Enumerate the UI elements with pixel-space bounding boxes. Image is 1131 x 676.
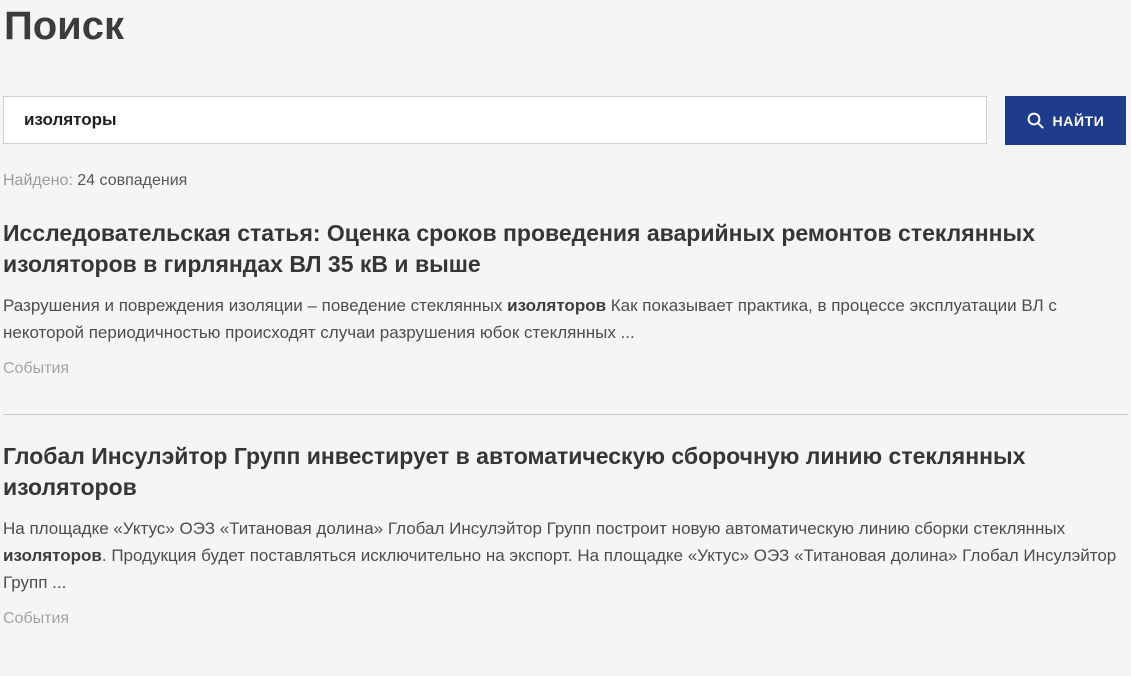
- results-count-label: Найдено:: [3, 172, 73, 189]
- results-count-value: 24 совпадения: [77, 172, 187, 189]
- page-title: Поиск: [4, 2, 1128, 50]
- search-input[interactable]: [3, 96, 987, 144]
- result-title-link[interactable]: Исследовательская статья: Оценка сроков …: [3, 218, 1128, 280]
- result-category-label: События: [3, 360, 1128, 378]
- search-button[interactable]: НАЙТИ: [1005, 96, 1126, 145]
- search-result-item: Глобал Инсулэйтор Групп инвестирует в ав…: [3, 441, 1128, 628]
- results-count: Найдено: 24 совпадения: [3, 172, 1128, 190]
- search-button-label: НАЙТИ: [1053, 113, 1105, 129]
- search-page: Поиск НАЙТИ Найдено: 24 совпадения Иссле…: [0, 2, 1131, 628]
- result-snippet: Разрушения и повреждения изоляции – пове…: [3, 292, 1128, 346]
- search-result-item: Исследовательская статья: Оценка сроков …: [3, 218, 1128, 415]
- result-category-label: События: [3, 610, 1128, 628]
- result-title-link[interactable]: Глобал Инсулэйтор Групп инвестирует в ав…: [3, 441, 1128, 503]
- search-bar: НАЙТИ: [3, 96, 1128, 145]
- magnifier-icon: [1027, 112, 1044, 129]
- results-list: Исследовательская статья: Оценка сроков …: [3, 218, 1128, 628]
- result-divider: [3, 414, 1128, 415]
- result-snippet: На площадке «Уктус» ОЭЗ «Титановая долин…: [3, 515, 1128, 596]
